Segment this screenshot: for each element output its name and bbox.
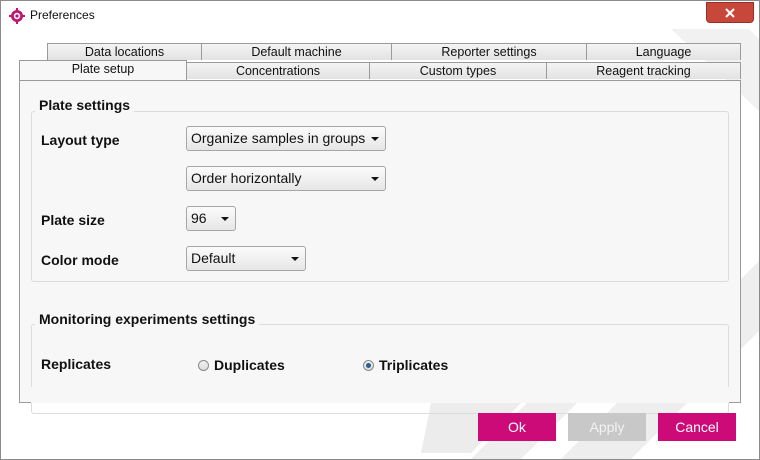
layout-type-select[interactable]: Organize samples in groups	[186, 126, 386, 151]
close-button[interactable]	[706, 2, 754, 23]
plate-size-select[interactable]: 96	[186, 206, 236, 231]
tab-default-machine[interactable]: Default machine	[201, 43, 392, 60]
tab-concentrations[interactable]: Concentrations	[186, 62, 370, 79]
chevron-down-icon	[221, 217, 229, 221]
preferences-window: Preferences Data locations Default machi…	[0, 0, 760, 460]
title-bar: Preferences	[1, 1, 759, 29]
layout-type-value: Organize samples in groups	[191, 130, 366, 146]
color-mode-value: Default	[191, 250, 236, 266]
apply-button[interactable]: Apply	[568, 413, 646, 441]
ok-button[interactable]: Ok	[478, 413, 556, 441]
order-value: Order horizontally	[191, 170, 302, 186]
chevron-down-icon	[371, 137, 379, 141]
color-mode-label: Color mode	[41, 252, 119, 268]
cancel-button[interactable]: Cancel	[658, 413, 736, 441]
triplicates-label: Triplicates	[379, 357, 449, 373]
layout-type-label: Layout type	[41, 132, 120, 148]
radio-selected-icon	[363, 359, 374, 371]
tab-reporter-settings[interactable]: Reporter settings	[391, 43, 587, 60]
window-title: Preferences	[30, 8, 95, 22]
monitoring-settings-title: Monitoring experiments settings	[35, 311, 260, 327]
plate-size-value: 96	[191, 210, 207, 226]
tab-row-top: Data locations Default machine Reporter …	[19, 43, 741, 61]
duplicates-radio[interactable]: Duplicates	[198, 357, 285, 373]
replicates-label: Replicates	[41, 356, 112, 372]
chevron-down-icon	[371, 177, 379, 181]
color-mode-select[interactable]: Default	[186, 246, 306, 271]
chevron-down-icon	[291, 257, 299, 261]
close-icon	[725, 7, 735, 18]
tab-reagent-tracking[interactable]: Reagent tracking	[546, 62, 741, 79]
triplicates-radio[interactable]: Triplicates	[363, 357, 448, 373]
tab-plate-setup[interactable]: Plate setup	[19, 60, 187, 80]
panel-scroll-clip	[31, 387, 729, 403]
gear-icon	[9, 8, 25, 24]
tab-content-panel: Plate settings Layout type Organize samp…	[19, 80, 741, 414]
tab-row-bottom: Plate setup Concentrations Custom types …	[19, 60, 741, 80]
plate-size-label: Plate size	[41, 212, 105, 228]
tab-custom-types[interactable]: Custom types	[369, 62, 547, 79]
plate-settings-title: Plate settings	[35, 97, 135, 113]
duplicates-label: Duplicates	[214, 357, 285, 373]
radio-off-icon	[198, 359, 209, 371]
tab-data-locations[interactable]: Data locations	[47, 43, 202, 60]
tab-language[interactable]: Language	[586, 43, 741, 60]
order-select[interactable]: Order horizontally	[186, 166, 386, 191]
